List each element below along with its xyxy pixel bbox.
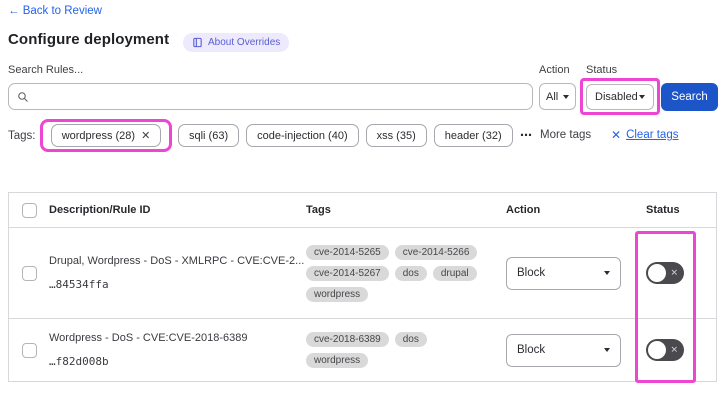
action-label: Action bbox=[539, 64, 570, 76]
action-cell: Block bbox=[506, 333, 646, 367]
rule-tag: wordpress bbox=[306, 286, 369, 302]
search-rules-label: Search Rules... bbox=[8, 64, 84, 76]
rule-tag: cve-2014-5266 bbox=[394, 244, 478, 260]
clear-x-icon: ✕ bbox=[611, 128, 622, 142]
action-dropdown-value: All bbox=[546, 90, 559, 103]
row-checkbox[interactable] bbox=[21, 265, 37, 281]
action-select-value: Block bbox=[517, 267, 546, 279]
chevron-down-icon bbox=[604, 348, 610, 352]
status-label: Status bbox=[586, 64, 618, 76]
about-badge-label: About Overrides bbox=[208, 37, 281, 48]
tag-pill-label: code-injection (40) bbox=[257, 129, 348, 142]
tags-cell: cve-2014-5265 cve-2014-5266 cve-2014-526… bbox=[306, 244, 506, 302]
page-title: Configure deployment bbox=[8, 31, 170, 48]
chevron-down-icon bbox=[563, 94, 569, 99]
search-input-wrapper bbox=[8, 83, 533, 110]
rule-tag: cve-2014-5267 bbox=[306, 265, 389, 281]
action-dropdown[interactable]: All bbox=[539, 83, 576, 110]
tags-label: Tags: bbox=[8, 130, 36, 142]
table-row: Wordpress - DoS - CVE:CVE-2018-6389 …f82… bbox=[9, 319, 716, 381]
tag-filter-row: sqli (63) code-injection (40) xss (35) h… bbox=[178, 124, 513, 147]
rule-tag: wordpress bbox=[306, 353, 369, 368]
back-to-review-link[interactable]: ← Back to Review bbox=[8, 5, 102, 17]
tags-cell: cve-2018-6389 dos wordpress bbox=[306, 332, 506, 368]
table-row: Drupal, Wordpress - DoS - XMLRPC - CVE:C… bbox=[9, 228, 716, 319]
tag-pill-sqli[interactable]: sqli (63) bbox=[178, 124, 240, 147]
description-cell: Wordpress - DoS - CVE:CVE-2018-6389 …f82… bbox=[49, 332, 306, 367]
tag-pill-wordpress[interactable]: wordpress (28) ✕ bbox=[50, 124, 162, 147]
col-status: Status bbox=[646, 204, 680, 216]
selected-tag-highlight: wordpress (28) ✕ bbox=[40, 119, 172, 152]
status-cell: ✕ bbox=[646, 339, 716, 361]
tag-pill-header[interactable]: header (32) bbox=[433, 124, 513, 147]
rule-description: Drupal, Wordpress - DoS - XMLRPC - CVE:C… bbox=[49, 255, 305, 268]
back-arrow-icon: ← bbox=[8, 5, 20, 17]
tag-pill-label: xss (35) bbox=[376, 129, 416, 142]
toggle-knob bbox=[648, 264, 666, 282]
rule-id: …f82d008b bbox=[49, 354, 109, 368]
tag-pill-xss[interactable]: xss (35) bbox=[365, 124, 427, 147]
rule-id: …84534ffa bbox=[49, 277, 109, 291]
tag-pill-code-injection[interactable]: code-injection (40) bbox=[246, 124, 359, 147]
col-description: Description/Rule ID bbox=[49, 204, 151, 216]
action-select-value: Block bbox=[517, 344, 546, 356]
toggle-off-icon: ✕ bbox=[670, 267, 678, 278]
status-toggle-off[interactable]: ✕ bbox=[646, 262, 684, 284]
about-overrides-badge[interactable]: About Overrides bbox=[183, 33, 290, 52]
back-link-label: Back to Review bbox=[22, 5, 102, 17]
toggle-off-icon: ✕ bbox=[670, 344, 678, 355]
clear-tags-label: Clear tags bbox=[626, 129, 679, 141]
ellipsis-icon: ⋯ bbox=[520, 128, 533, 142]
configure-deployment-page: ← Back to Review Configure deployment Ab… bbox=[0, 0, 725, 406]
rule-tag: drupal bbox=[432, 265, 477, 281]
clear-tags-link[interactable]: ✕ Clear tags bbox=[611, 128, 678, 142]
search-button[interactable]: Search bbox=[661, 83, 718, 111]
description-cell: Drupal, Wordpress - DoS - XMLRPC - CVE:C… bbox=[49, 255, 306, 290]
rule-tag: dos bbox=[394, 332, 427, 347]
action-cell: Block bbox=[506, 256, 646, 290]
tag-pill-label: wordpress (28) bbox=[61, 129, 136, 142]
table-header-row: Description/Rule ID Tags Action Status bbox=[9, 193, 716, 228]
tag-pill-label: sqli (63) bbox=[189, 129, 229, 142]
action-select[interactable]: Block bbox=[506, 256, 621, 290]
chevron-down-icon bbox=[639, 95, 645, 99]
col-action: Action bbox=[506, 204, 541, 216]
chevron-down-icon bbox=[604, 271, 610, 275]
status-cell: ✕ bbox=[646, 262, 716, 284]
select-all-checkbox[interactable] bbox=[21, 202, 37, 218]
status-dropdown-value: Disabled bbox=[595, 91, 638, 103]
search-rules-input[interactable] bbox=[35, 90, 524, 103]
action-select[interactable]: Block bbox=[506, 333, 621, 367]
more-tags-label: More tags bbox=[540, 129, 592, 141]
rules-table: Description/Rule ID Tags Action Status D… bbox=[8, 192, 717, 382]
rule-tag: cve-2014-5265 bbox=[306, 244, 389, 260]
row-checkbox[interactable] bbox=[21, 342, 37, 358]
status-dropdown[interactable]: Disabled bbox=[586, 84, 654, 110]
rule-tag: cve-2018-6389 bbox=[306, 332, 389, 347]
toggle-knob bbox=[648, 341, 666, 359]
status-toggle-off[interactable]: ✕ bbox=[646, 339, 684, 361]
search-icon bbox=[18, 91, 28, 102]
more-tags-button[interactable]: ⋯ More tags bbox=[520, 128, 591, 142]
rule-tag: dos bbox=[394, 265, 427, 281]
rule-description: Wordpress - DoS - CVE:CVE-2018-6389 bbox=[49, 332, 248, 345]
book-icon bbox=[193, 37, 202, 48]
col-tags: Tags bbox=[306, 204, 331, 216]
tag-pill-label: header (32) bbox=[444, 129, 502, 142]
remove-tag-icon[interactable]: ✕ bbox=[141, 129, 150, 142]
